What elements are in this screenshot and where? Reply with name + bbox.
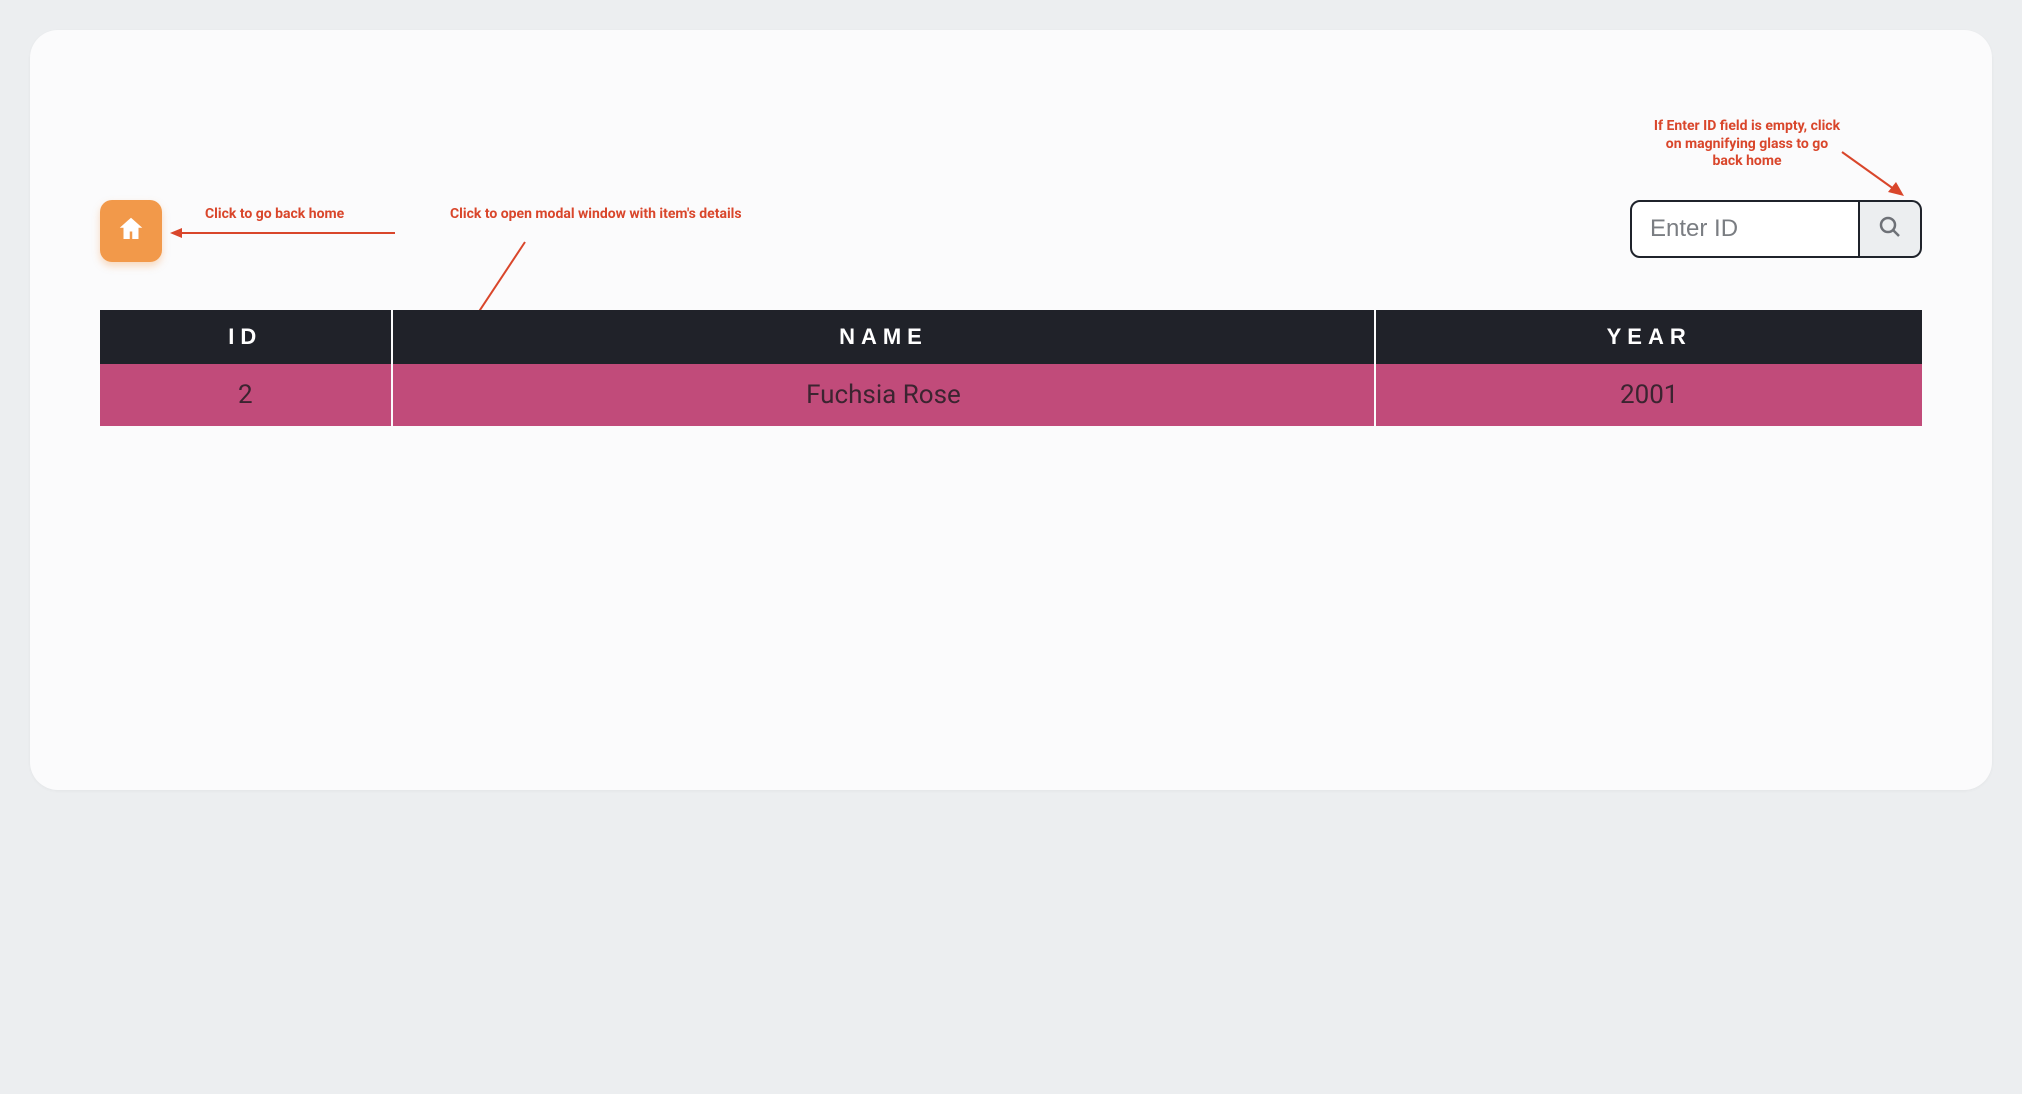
annotation-search-hint: If Enter ID field is empty, click on mag… — [1652, 118, 1842, 171]
search-icon — [1878, 215, 1902, 243]
search-input[interactable] — [1630, 200, 1860, 258]
table-header-row: ID NAME YEAR — [100, 310, 1922, 364]
home-button[interactable] — [100, 200, 162, 262]
table-row[interactable]: 2 Fuchsia Rose 2001 — [100, 364, 1922, 426]
arrow-to-search — [1840, 150, 1910, 205]
annotation-modal-hint: Click to open modal window with item's d… — [450, 206, 742, 224]
search-group — [1630, 200, 1922, 258]
home-icon — [116, 214, 146, 248]
cell-id[interactable]: 2 — [100, 364, 392, 426]
col-header-name: NAME — [392, 310, 1376, 364]
col-header-id: ID — [100, 310, 392, 364]
results-table: ID NAME YEAR 2 Fuchsia Rose 2001 — [100, 310, 1922, 426]
main-card: Click to go back home Click to open moda… — [30, 30, 1992, 790]
col-header-year: YEAR — [1375, 310, 1922, 364]
cell-year[interactable]: 2001 — [1375, 364, 1922, 426]
arrow-to-home — [170, 225, 400, 241]
cell-name[interactable]: Fuchsia Rose — [392, 364, 1376, 426]
annotation-home-hint: Click to go back home — [205, 206, 344, 224]
search-button[interactable] — [1860, 200, 1922, 258]
